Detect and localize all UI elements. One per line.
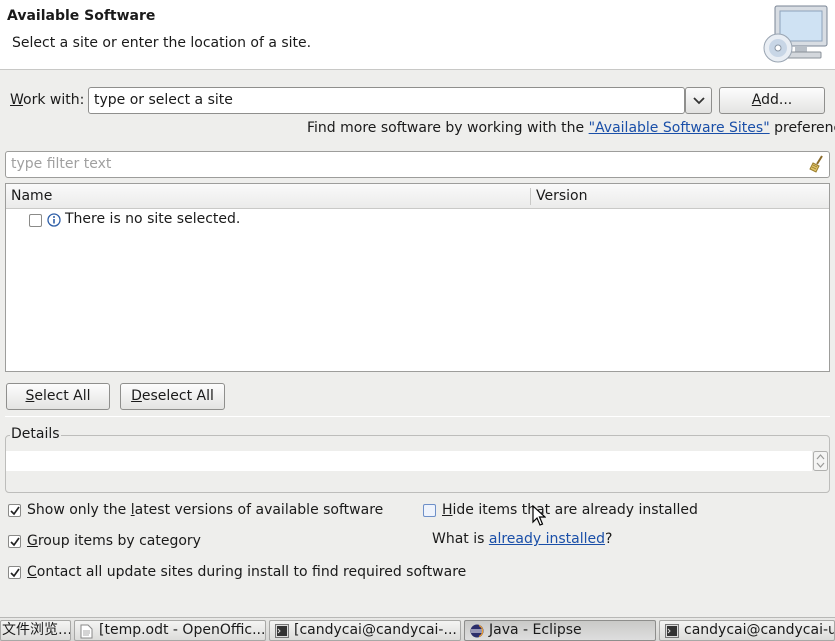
column-name-header[interactable]: Name [11, 188, 52, 204]
monitor-cd-icon [763, 5, 828, 63]
filter-input[interactable]: type filter text [5, 151, 830, 178]
what-is-installed-text: What is already installed? [432, 531, 613, 547]
document-icon [80, 624, 93, 639]
available-software-sites-link[interactable]: "Available Software Sites" [589, 120, 770, 136]
select-all-button[interactable]: Select All [6, 383, 110, 410]
taskbar-item-openoffice[interactable]: [temp.odt - OpenOffic... [74, 620, 266, 641]
clear-filter-icon[interactable] [808, 155, 826, 173]
work-with-input[interactable]: type or select a site [88, 87, 685, 114]
show-latest-checkbox[interactable] [8, 504, 21, 517]
page-subtitle: Select a site or enter the location of a… [12, 35, 312, 51]
group-by-category-checkbox[interactable] [8, 535, 21, 548]
work-with-dropdown-button[interactable] [685, 87, 712, 114]
page-title: Available Software [7, 8, 156, 24]
empty-message: There is no site selected. [65, 211, 241, 227]
checkmark-icon [10, 568, 20, 578]
work-with-label: Work with: [10, 92, 85, 108]
taskbar-item-terminal-2[interactable]: candycai@candycai-u... [659, 620, 835, 641]
row-checkbox[interactable] [29, 214, 42, 227]
terminal-icon [275, 624, 289, 638]
deselect-all-button[interactable]: Deselect All [120, 383, 225, 410]
details-label: Details [10, 426, 61, 442]
mouse-cursor-icon [532, 505, 546, 526]
chevron-down-icon [693, 97, 705, 105]
taskbar-item-eclipse[interactable]: Java - Eclipse [464, 620, 656, 641]
checkmark-icon [10, 506, 20, 516]
taskbar-item-file-browser[interactable]: 文件浏览… [0, 620, 71, 641]
add-site-button[interactable]: Add... [719, 87, 825, 114]
group-by-category-label[interactable]: Group items by category [27, 533, 201, 549]
contact-update-sites-label[interactable]: Contact all update sites during install … [27, 564, 466, 580]
details-text-area[interactable] [6, 451, 812, 471]
checkmark-icon [10, 537, 20, 547]
show-latest-label[interactable]: Show only the latest versions of availab… [27, 502, 383, 518]
eclipse-icon [470, 624, 484, 638]
software-table: Name Version There is no site selected. [5, 183, 830, 372]
find-more-text: Find more software by working with the "… [307, 120, 835, 136]
contact-update-sites-checkbox[interactable] [8, 566, 21, 579]
separator [5, 416, 830, 417]
table-header: Name Version [6, 184, 829, 209]
hide-installed-label[interactable]: Hide items that are already installed [442, 502, 698, 518]
taskbar: 文件浏览… [temp.odt - OpenOffic... [candycai… [0, 617, 835, 641]
column-version-header[interactable]: Version [536, 188, 587, 204]
info-icon [47, 213, 61, 227]
column-separator[interactable] [530, 188, 531, 205]
taskbar-item-terminal-1[interactable]: [candycai@candycai-... [269, 620, 461, 641]
table-row[interactable]: There is no site selected. [6, 210, 829, 230]
dialog-banner: Available Software Select a site or ente… [0, 0, 835, 70]
already-installed-link[interactable]: already installed [489, 531, 605, 547]
hide-installed-checkbox[interactable] [423, 504, 436, 517]
terminal-icon [665, 624, 679, 638]
details-scroll-arrows-icon[interactable] [813, 451, 828, 471]
